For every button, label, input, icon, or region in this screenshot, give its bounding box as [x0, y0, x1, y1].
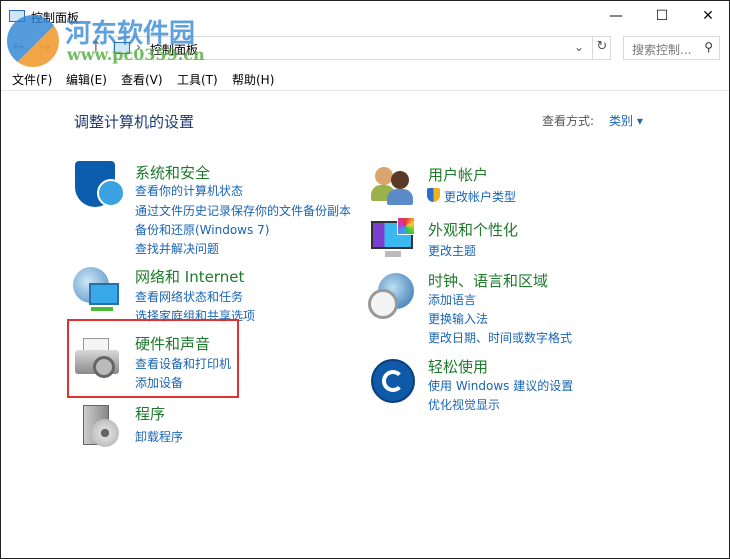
view-by-value: 类别 — [609, 114, 634, 128]
monitor-icon — [371, 217, 421, 267]
address-dropdown[interactable]: ⌄ — [574, 40, 584, 54]
watermark-logo — [7, 15, 59, 67]
link-view-computer-status[interactable]: 查看你的计算机状态 — [135, 182, 243, 199]
search-placeholder: 搜索控制... — [632, 43, 692, 57]
menu-tools[interactable]: 工具(T) — [177, 71, 218, 88]
divider — [1, 90, 729, 91]
chevron-down-icon: ▾ — [636, 114, 643, 128]
link-recommended-settings[interactable]: 使用 Windows 建议的设置 — [428, 377, 573, 394]
link-change-theme[interactable]: 更改主题 — [428, 242, 476, 259]
category-appearance[interactable]: 外观和个性化 — [428, 219, 518, 240]
ease-of-access-icon — [371, 359, 421, 409]
category-network-internet[interactable]: 网络和 Internet — [135, 266, 244, 287]
view-by-dropdown[interactable]: 类别 ▾ — [609, 112, 643, 129]
view-by-label: 查看方式: — [542, 114, 595, 128]
close-button[interactable]: ✕ — [685, 1, 730, 31]
link-file-history[interactable]: 通过文件历史记录保存你的文件备份副本 — [135, 202, 351, 219]
link-network-status[interactable]: 查看网络状态和任务 — [135, 288, 243, 305]
category-programs[interactable]: 程序 — [135, 403, 165, 424]
users-icon — [371, 167, 421, 217]
menu-view[interactable]: 查看(V) — [121, 71, 163, 88]
category-system-security[interactable]: 系统和安全 — [135, 162, 210, 183]
link-devices-printers[interactable]: 查看设备和打印机 — [135, 355, 231, 372]
watermark-url: www.pc0359.cn — [67, 45, 205, 64]
category-hardware-sound[interactable]: 硬件和声音 — [135, 333, 210, 354]
link-backup-restore[interactable]: 备份和还原(Windows 7) — [135, 221, 269, 238]
search-input[interactable]: 搜索控制... ⚲ — [623, 36, 720, 60]
control-panel-window: 控制面板 — ☐ ✕ ← → ↑ › 控制面板 ⌄ ↻ 搜索控制... ⚲ 文件… — [0, 0, 730, 559]
shield-icon — [75, 161, 125, 211]
minimize-button[interactable]: — — [593, 1, 639, 31]
uac-shield-icon — [427, 188, 440, 202]
link-troubleshoot[interactable]: 查找并解决问题 — [135, 240, 219, 257]
printer-icon — [75, 334, 125, 384]
maximize-button[interactable]: ☐ — [639, 1, 685, 31]
link-change-input-method[interactable]: 更换输入法 — [428, 310, 488, 327]
clock-globe-icon — [368, 273, 418, 323]
category-user-accounts[interactable]: 用户帐户 — [428, 164, 488, 185]
network-icon — [73, 267, 123, 317]
menu-edit[interactable]: 编辑(E) — [66, 71, 107, 88]
refresh-button[interactable]: ↻ — [592, 37, 611, 59]
search-icon[interactable]: ⚲ — [704, 40, 713, 54]
link-change-account-type[interactable]: 更改帐户类型 — [444, 188, 516, 205]
menu-help[interactable]: 帮助(H) — [232, 71, 274, 88]
page-title: 调整计算机的设置 — [74, 113, 195, 131]
link-optimize-display[interactable]: 优化视觉显示 — [428, 396, 500, 413]
link-uninstall-program[interactable]: 卸载程序 — [135, 428, 183, 445]
category-ease-of-access[interactable]: 轻松使用 — [428, 356, 488, 377]
link-change-date-format[interactable]: 更改日期、时间或数字格式 — [428, 329, 572, 346]
category-clock-region[interactable]: 时钟、语言和区域 — [428, 270, 548, 291]
link-add-device[interactable]: 添加设备 — [135, 374, 183, 391]
link-add-language[interactable]: 添加语言 — [428, 291, 476, 308]
menu-file[interactable]: 文件(F) — [12, 71, 52, 88]
programs-icon — [79, 405, 129, 455]
